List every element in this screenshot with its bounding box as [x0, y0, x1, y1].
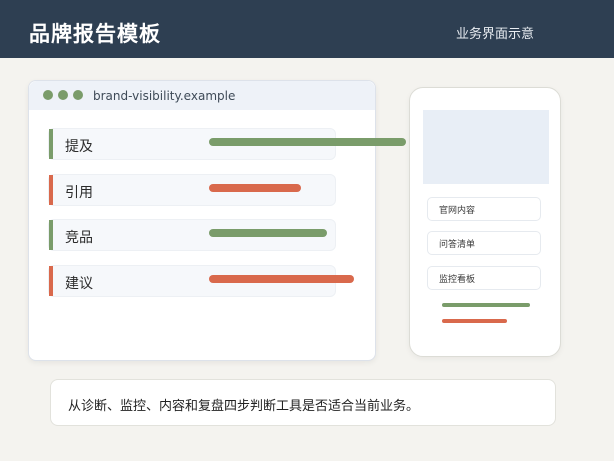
row-accent-bar	[49, 129, 53, 159]
metric-label: 建议	[65, 276, 93, 292]
phone-item-label: 官网内容	[439, 206, 476, 216]
phone-coral-line	[442, 319, 507, 323]
mention-bar	[209, 138, 406, 146]
row-accent-bar	[49, 175, 53, 205]
header-note: 业务界面示意	[455, 27, 534, 42]
browser-url: brand-visibility.example	[93, 89, 236, 103]
phone-item-dashboard: 监控看板	[427, 266, 541, 290]
phone-item-label: 监控看板	[439, 275, 476, 285]
phone-item-label: 问答清单	[439, 240, 476, 250]
window-dot-icon	[43, 90, 53, 100]
page-title: 品牌报告模板	[29, 22, 161, 46]
phone-item-qa: 问答清单	[427, 231, 541, 255]
browser-address-bar: brand-visibility.example	[29, 81, 375, 110]
row-accent-bar	[49, 266, 53, 296]
citation-bar	[209, 184, 301, 192]
window-dot-icon	[58, 90, 68, 100]
phone-green-line	[442, 303, 530, 307]
header-bar: 品牌报告模板 业务界面示意	[0, 0, 614, 58]
metric-label: 竞品	[65, 230, 93, 246]
phone-hero-image	[423, 110, 549, 184]
row-accent-bar	[49, 220, 53, 250]
browser-mockup: brand-visibility.example 提及 引用 竞品 建议	[28, 80, 376, 361]
window-dot-icon	[73, 90, 83, 100]
description-text: 从诊断、监控、内容和复盘四步判断工具是否适合当前业务。	[68, 399, 420, 414]
metric-label: 引用	[65, 185, 93, 201]
phone-item-website: 官网内容	[427, 197, 541, 221]
description-box: 从诊断、监控、内容和复盘四步判断工具是否适合当前业务。	[50, 379, 556, 426]
competitor-bar	[209, 229, 327, 237]
suggestion-bar	[209, 275, 354, 283]
phone-mockup: 官网内容 问答清单 监控看板	[409, 87, 561, 357]
metric-label: 提及	[65, 139, 93, 155]
